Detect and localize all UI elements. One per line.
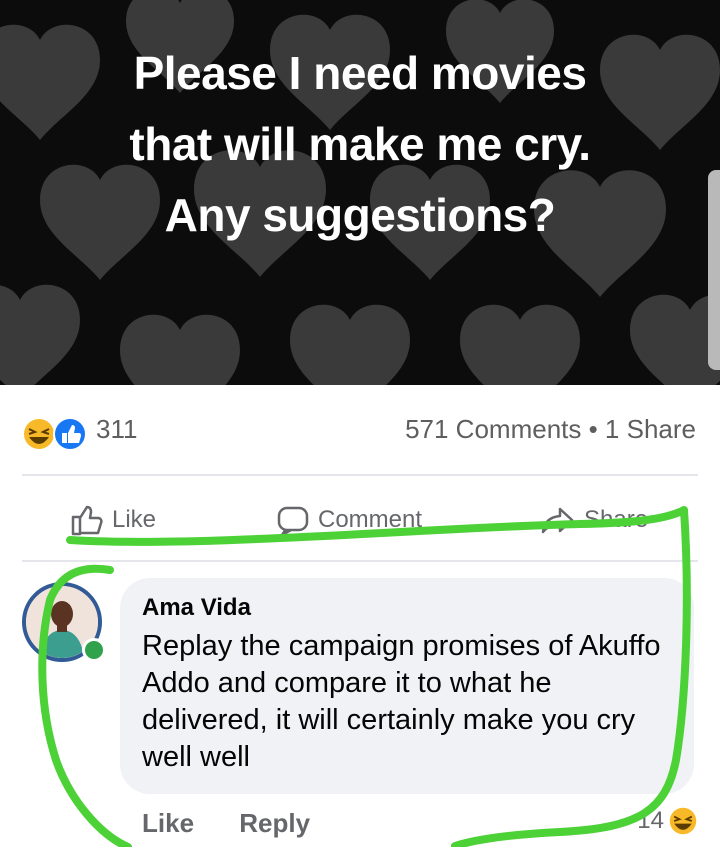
haha-icon bbox=[24, 419, 54, 449]
scroll-handle[interactable] bbox=[708, 170, 720, 370]
comments-shares-count[interactable]: 571 Comments • 1 Share bbox=[405, 414, 696, 445]
comment-reactions[interactable]: 14 bbox=[637, 806, 698, 836]
reaction-icons[interactable] bbox=[22, 417, 92, 451]
comment-button[interactable]: Comment bbox=[276, 500, 422, 540]
comment-like-link[interactable]: Like bbox=[142, 808, 194, 838]
like-label: Like bbox=[112, 506, 157, 533]
like-button[interactable]: Like bbox=[70, 500, 156, 540]
comment-author[interactable]: Ama Vida bbox=[142, 594, 672, 622]
divider bbox=[22, 474, 698, 476]
share-button[interactable]: Share bbox=[540, 500, 648, 540]
comment-bubble: Ama Vida Replay the campaign promises of… bbox=[120, 578, 694, 794]
comment-text: Replay the campaign promises of Akuffo A… bbox=[142, 630, 661, 773]
online-status-dot bbox=[82, 638, 106, 662]
comment-icon bbox=[277, 506, 309, 537]
comment-label: Comment bbox=[318, 506, 423, 533]
like-icon bbox=[53, 417, 87, 451]
post-line: Any suggestions? bbox=[164, 189, 556, 241]
haha-icon bbox=[669, 807, 697, 835]
comment-reaction-count: 14 bbox=[637, 807, 664, 834]
share-label: Share bbox=[584, 506, 649, 533]
thumbs-up-icon bbox=[71, 505, 103, 536]
post-text: Please I need movies that will make me c… bbox=[0, 38, 720, 251]
comment-reply-link[interactable]: Reply bbox=[239, 808, 310, 838]
post-line: Please I need movies bbox=[133, 47, 587, 99]
share-arrow-icon bbox=[541, 507, 574, 534]
divider bbox=[22, 560, 698, 562]
post-image[interactable]: Please I need movies that will make me c… bbox=[0, 0, 720, 385]
reaction-count[interactable]: 311 bbox=[96, 414, 137, 445]
comment-actions: Like Reply bbox=[142, 808, 348, 839]
post-line: that will make me cry. bbox=[129, 118, 591, 170]
